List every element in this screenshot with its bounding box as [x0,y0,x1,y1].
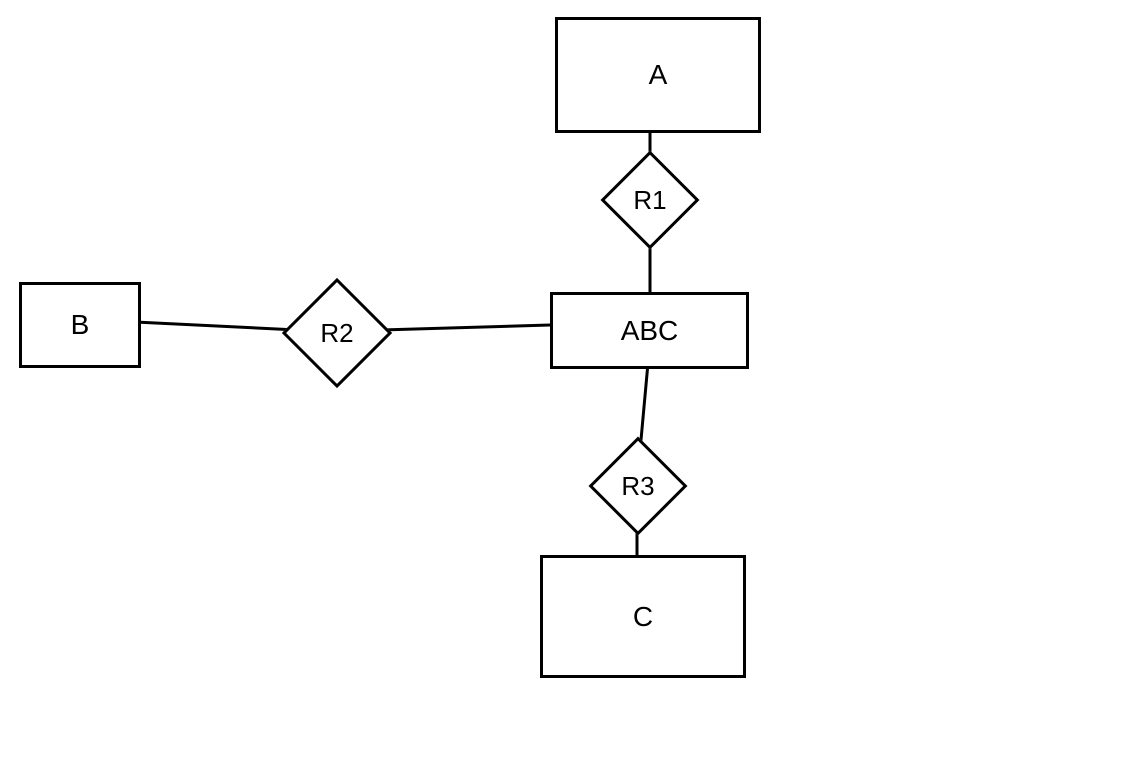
entity-a-label: A [649,59,668,91]
entity-b-label: B [71,309,90,341]
entity-c: C [540,555,746,678]
entity-c-label: C [633,601,653,633]
entity-a: A [555,17,761,133]
entity-abc: ABC [550,292,749,369]
relationship-r1: R1 [615,165,685,235]
relationship-r2-label: R2 [320,318,353,349]
relationship-r2: R2 [297,293,377,373]
entity-b: B [19,282,141,368]
relationship-r3: R3 [603,451,673,521]
relationship-r3-label: R3 [621,471,654,502]
relationship-r1-label: R1 [633,185,666,216]
entity-abc-label: ABC [621,315,679,347]
